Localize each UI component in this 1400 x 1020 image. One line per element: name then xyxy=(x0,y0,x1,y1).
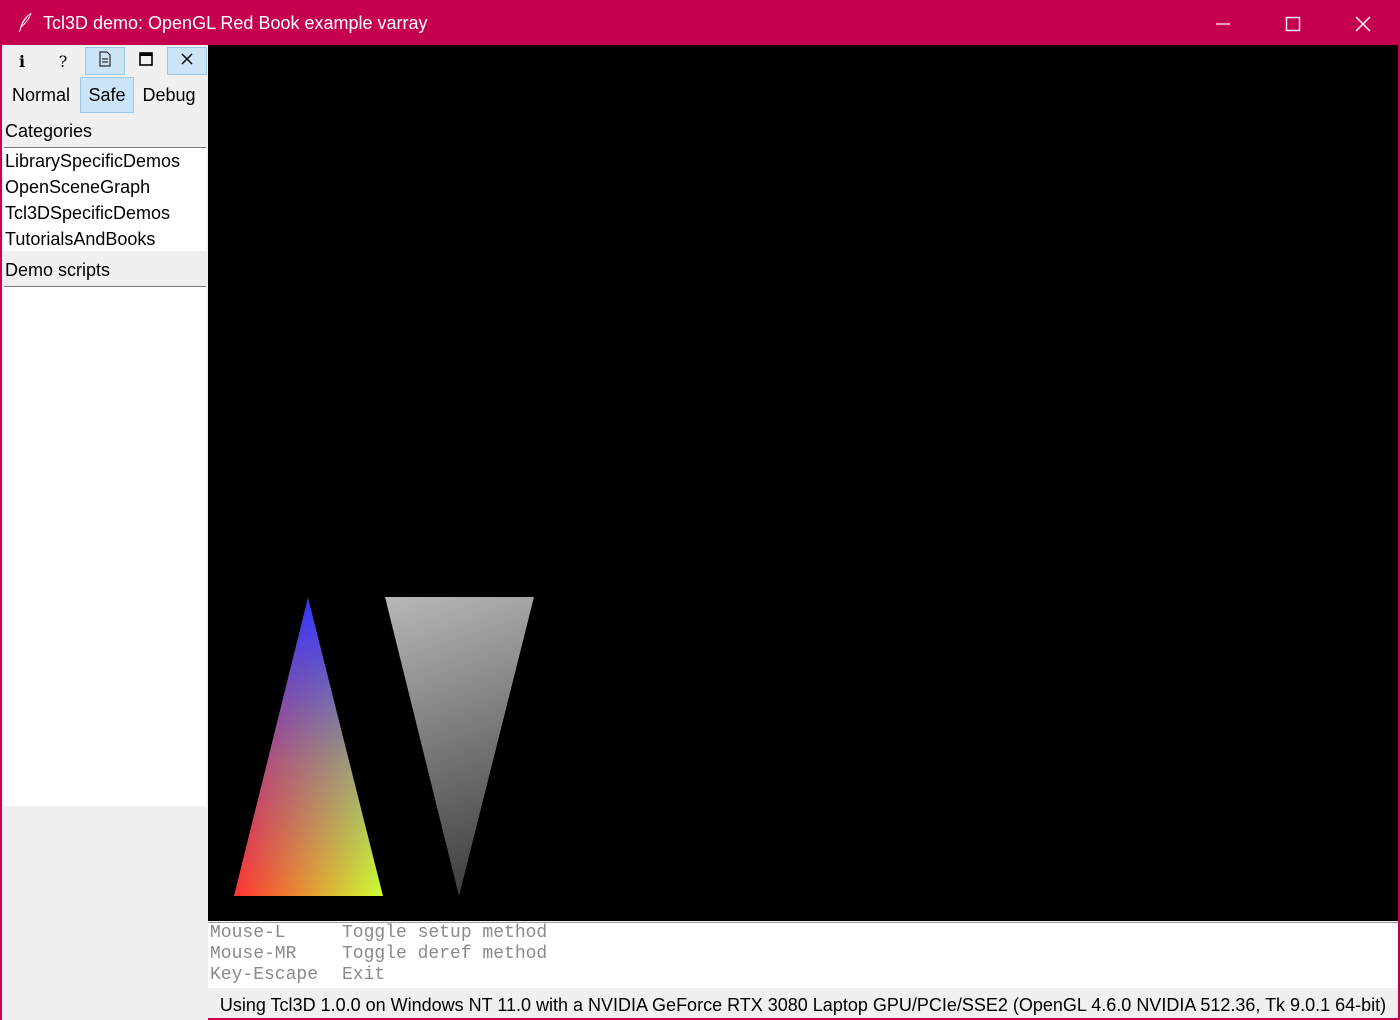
help-button[interactable]: ? xyxy=(43,47,83,75)
list-item[interactable]: LibrarySpecificDemos xyxy=(4,148,206,174)
mode-debug-button[interactable]: Debug xyxy=(136,77,202,113)
shaded-triangle-blue-layer xyxy=(234,598,383,896)
view-source-button[interactable] xyxy=(85,47,125,75)
info-button[interactable]: i xyxy=(2,47,42,75)
title-bar[interactable]: Tcl3D demo: OpenGL Red Book example varr… xyxy=(2,2,1398,45)
demo-scripts-label: Demo scripts xyxy=(5,260,111,280)
mode-normal-button[interactable]: Normal xyxy=(6,77,76,113)
help-row: Mouse-L Toggle setup method xyxy=(210,923,548,943)
close-icon xyxy=(180,52,194,71)
window-icon xyxy=(139,51,153,71)
minimize-button[interactable] xyxy=(1188,2,1258,45)
categories-label: Categories xyxy=(5,121,93,141)
sidebar: i ? Normal Safe Debug Categories Library… xyxy=(2,45,208,1020)
app-window: Tcl3D demo: OpenGL Red Book example varr… xyxy=(0,0,1400,1020)
info-icon: i xyxy=(18,51,26,71)
feather-icon xyxy=(16,12,34,34)
document-icon xyxy=(98,51,112,72)
status-bar: Using Tcl3D 1.0.0 on Windows NT 11.0 wit… xyxy=(219,995,1387,1015)
help-icon: ? xyxy=(58,51,68,71)
fullscreen-button[interactable] xyxy=(126,47,166,75)
close-demo-button[interactable] xyxy=(167,47,207,75)
help-text-box: Mouse-L Toggle setup method Mouse-MR Toggl… xyxy=(208,922,1398,988)
opengl-canvas[interactable] xyxy=(208,45,1398,921)
demo-scripts-list[interactable] xyxy=(4,286,206,806)
window-title: Tcl3D demo: OpenGL Red Book example varr… xyxy=(43,13,428,33)
help-row: Key-Escape Exit xyxy=(210,965,386,985)
render-scene xyxy=(234,597,534,896)
list-item[interactable]: TutorialsAndBooks xyxy=(4,226,206,252)
mode-safe-button[interactable]: Safe xyxy=(80,77,134,113)
close-window-button[interactable] xyxy=(1328,2,1398,45)
maximize-button[interactable] xyxy=(1258,2,1328,45)
list-item[interactable]: OpenSceneGraph xyxy=(4,174,206,200)
help-row: Mouse-MR Toggle deref method xyxy=(210,944,548,964)
categories-list[interactable]: LibrarySpecificDemos OpenSceneGraph Tcl3… xyxy=(4,147,206,251)
list-item[interactable]: Tcl3DSpecificDemos xyxy=(4,200,206,226)
gray-triangle xyxy=(385,597,534,896)
